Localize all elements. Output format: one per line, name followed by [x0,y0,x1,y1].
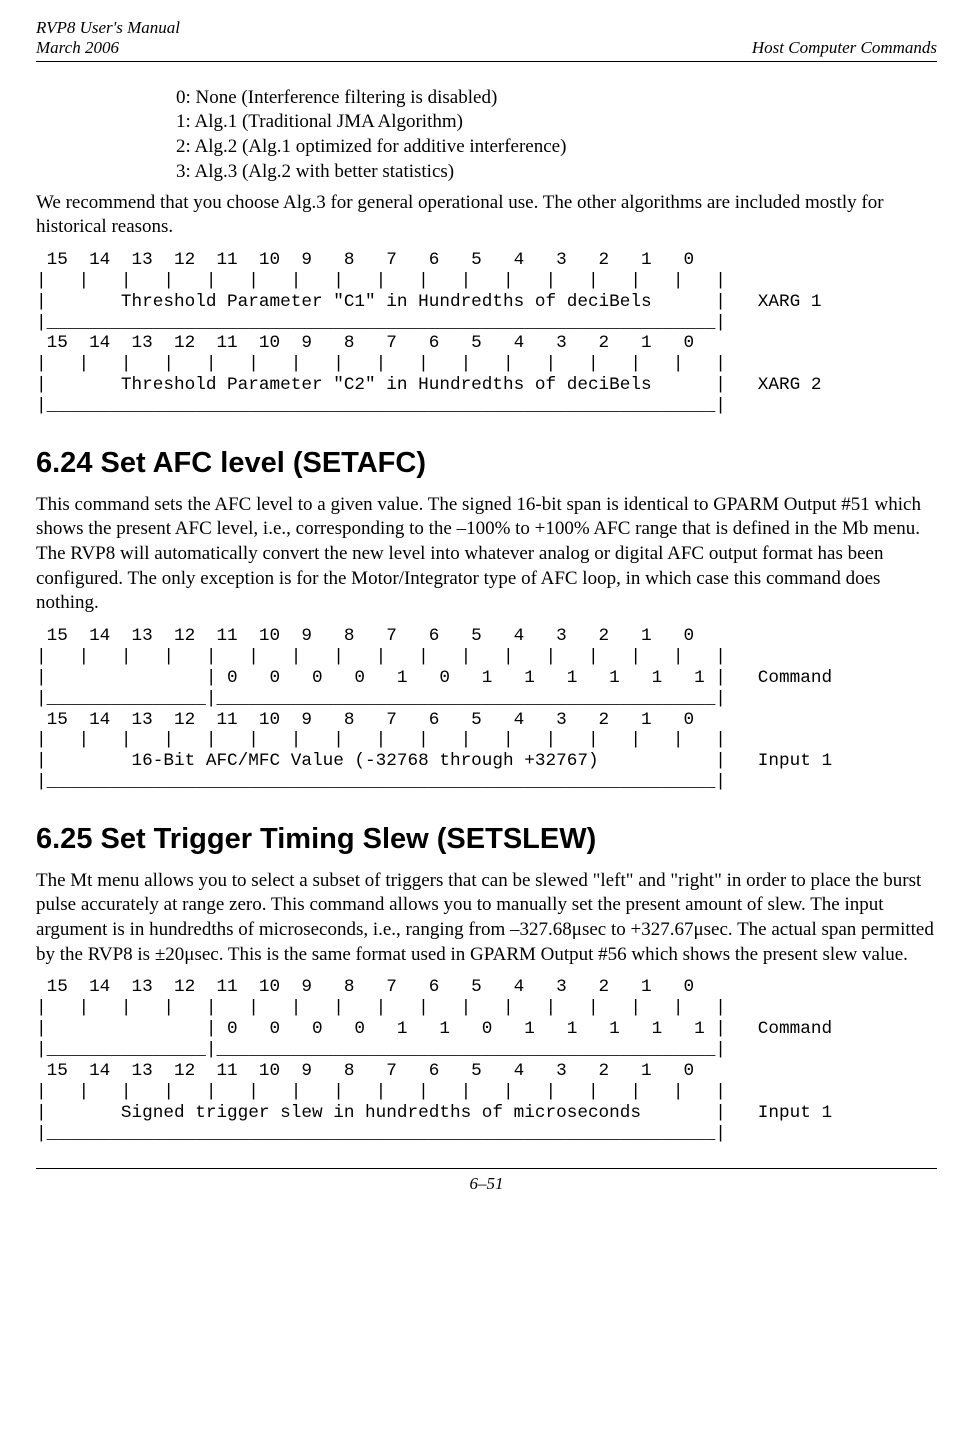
bit-diagram-setafc: 15 14 13 12 11 10 9 8 7 6 5 4 3 2 1 0 | … [36,626,937,793]
intro-paragraph: We recommend that you choose Alg.3 for g… [36,191,937,240]
bit-diagram-threshold: 15 14 13 12 11 10 9 8 7 6 5 4 3 2 1 0 | … [36,250,937,417]
header-date: March 2006 [36,38,180,58]
section-title-setafc: 6.24 Set AFC level (SETAFC) [36,445,937,483]
list-item: 3: Alg.3 (Alg.2 with better statistics) [176,160,937,185]
algorithm-list: 0: None (Interference filtering is disab… [176,86,937,185]
page-header: RVP8 User's Manual March 2006 Host Compu… [36,18,937,62]
section-title-setslew: 6.25 Set Trigger Timing Slew (SETSLEW) [36,821,937,859]
bit-diagram-setslew: 15 14 13 12 11 10 9 8 7 6 5 4 3 2 1 0 | … [36,977,937,1144]
list-item: 2: Alg.2 (Alg.1 optimized for additive i… [176,135,937,160]
setslew-paragraph: The Mt menu allows you to select a subse… [36,869,937,968]
list-item: 1: Alg.1 (Traditional JMA Algorithm) [176,110,937,135]
list-item: 0: None (Interference filtering is disab… [176,86,937,111]
header-manual-title: RVP8 User's Manual [36,18,180,38]
header-chapter: Host Computer Commands [752,38,937,58]
setafc-paragraph: This command sets the AFC level to a giv… [36,493,937,616]
page-footer: 6–51 [36,1168,937,1195]
